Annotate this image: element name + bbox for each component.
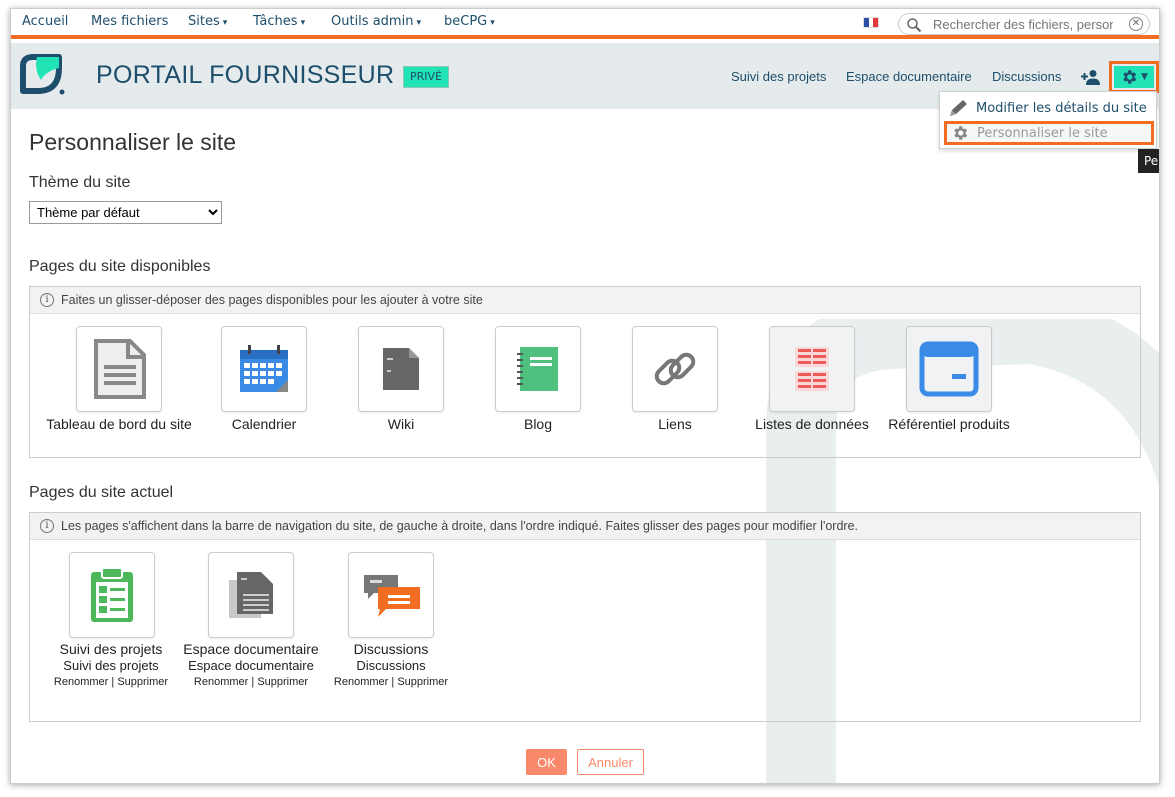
rename-link[interactable]: Renommer — [54, 676, 108, 688]
rename-link[interactable]: Renommer — [334, 676, 388, 688]
available-page-tile-calendar[interactable] — [221, 326, 307, 412]
pencil-icon — [950, 100, 967, 116]
nav-becpg[interactable]: beCPG ▾ — [444, 14, 495, 29]
project-clipboard-icon — [91, 567, 133, 622]
tile-label: Discussions — [353, 641, 429, 657]
cancel-button[interactable]: Annuler — [577, 749, 644, 775]
data-list-icon — [795, 347, 829, 391]
available-page-tile-dashboard[interactable] — [76, 326, 162, 412]
chevron-down-icon: ▾ — [416, 18, 421, 28]
tile-label: Référentiel produits — [888, 416, 1010, 432]
current-page-tile-document-library[interactable] — [208, 552, 294, 638]
tile-sublabel: Discussions — [356, 658, 426, 673]
site-nav-suivi-des-projets[interactable]: Suivi des projets — [731, 69, 826, 84]
available-page-tile-wiki[interactable] — [358, 326, 444, 412]
clear-search-icon[interactable]: ✕ — [1129, 17, 1143, 31]
chevron-down-icon: ▼ — [1141, 72, 1148, 82]
nav-accueil[interactable]: Accueil — [22, 14, 68, 29]
document-library-icon — [229, 572, 273, 618]
link-chain-icon — [654, 352, 696, 386]
site-settings-button[interactable]: ▼ — [1109, 61, 1159, 93]
available-pages-label: Pages du site disponibles — [29, 258, 211, 275]
delete-link[interactable]: Supprimer — [397, 676, 448, 688]
site-nav-discussions[interactable]: Discussions — [992, 69, 1061, 84]
current-page-tile-project-tracking[interactable] — [69, 552, 155, 638]
menu-item-customize-site[interactable]: Personnaliser le site — [944, 121, 1154, 145]
tooltip: Pe — [1138, 149, 1159, 173]
browser-frame: Accueil Mes fichiers Sites ▾ Tâches ▾ Outi… — [10, 8, 1160, 784]
available-page-tile-product-repository[interactable] — [906, 326, 992, 412]
current-pages-label: Pages du site actuel — [29, 484, 174, 501]
gear-icon — [954, 126, 968, 140]
calendar-icon — [240, 345, 288, 392]
product-repository-icon — [919, 341, 979, 397]
site-nav-espace-documentaire[interactable]: Espace documentaire — [846, 69, 972, 84]
available-page-tile-data-lists[interactable] — [769, 326, 855, 412]
info-icon: i — [40, 519, 54, 533]
theme-section-label: Thème du site — [29, 174, 131, 191]
chevron-down-icon: ▾ — [222, 18, 228, 28]
search-input[interactable] — [933, 16, 1113, 33]
page-title: Personnaliser le site — [29, 129, 237, 155]
current-pages-info: i Les pages s'affichent dans la barre de… — [30, 513, 1140, 540]
menu-item-label: Personnaliser le site — [977, 125, 1108, 141]
available-pages-info: i Faites un glisser-déposer des pages di… — [30, 287, 1140, 314]
menu-item-edit-site-details[interactable]: Modifier les détails du site — [944, 96, 1154, 120]
chevron-down-icon: ▾ — [300, 18, 306, 28]
flag-fr-icon[interactable] — [863, 17, 879, 28]
chevron-down-icon: ▾ — [490, 18, 495, 28]
add-user-icon[interactable] — [1081, 69, 1101, 85]
wiki-icon — [383, 348, 419, 390]
search-icon — [907, 18, 922, 33]
dashboard-document-icon — [94, 339, 146, 399]
discussion-bubbles-icon — [364, 575, 420, 617]
nav-taches[interactable]: Tâches ▾ — [253, 14, 305, 29]
ok-button[interactable]: OK — [526, 749, 567, 775]
site-title[interactable]: PORTAIL FOURNISSEUR — [96, 61, 394, 90]
search-box: ✕ — [898, 13, 1150, 35]
nav-sites[interactable]: Sites ▾ — [188, 14, 227, 29]
becpg-logo-icon[interactable] — [16, 52, 66, 96]
visibility-badge: PRIVÉ — [403, 66, 449, 88]
nav-mes-fichiers[interactable]: Mes fichiers — [91, 14, 168, 29]
nav-outils-admin[interactable]: Outils admin ▾ — [331, 14, 421, 29]
top-navigation: Accueil Mes fichiers Sites ▾ Tâches ▾ Outi… — [11, 9, 1159, 39]
current-page-tile-discussions[interactable] — [348, 552, 434, 638]
site-settings-menu: Modifier les détails du site Personnalis… — [939, 91, 1157, 149]
gear-icon — [1123, 70, 1137, 84]
tile-actions: Renommer | Supprimer — [333, 676, 449, 688]
available-page-tile-blog[interactable] — [495, 326, 581, 412]
info-icon: i — [40, 293, 54, 307]
available-page-tile-links[interactable] — [632, 326, 718, 412]
theme-select[interactable]: Thème par défaut — [29, 201, 222, 224]
menu-item-label: Modifier les détails du site — [976, 100, 1147, 116]
rename-link[interactable]: Renommer — [194, 676, 248, 688]
blog-notebook-icon — [517, 347, 558, 391]
current-pages-panel: i Les pages s'affichent dans la barre de… — [29, 512, 1141, 722]
